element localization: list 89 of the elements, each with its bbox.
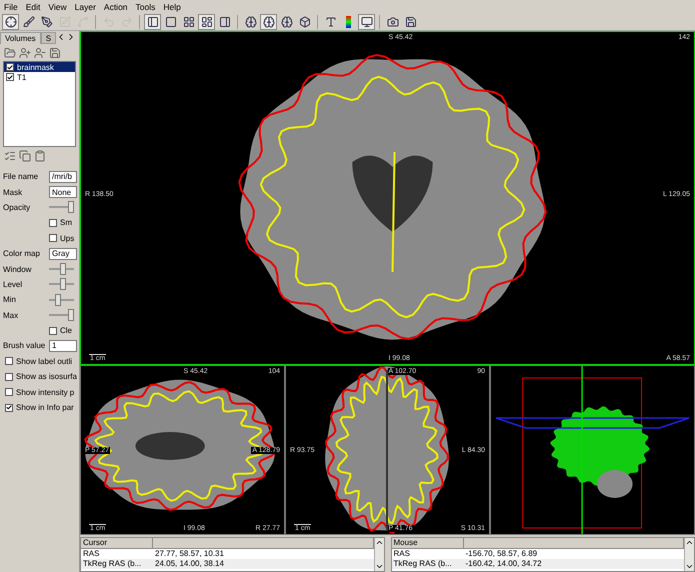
field-label: File name: [3, 172, 40, 182]
scroll-down-icon[interactable]: [374, 562, 384, 571]
menu-item[interactable]: Layer: [74, 2, 96, 12]
slider-label: Window: [3, 264, 32, 274]
field-label: Brush value: [3, 341, 46, 350]
split-layout-icon: [200, 16, 212, 28]
save-icon[interactable]: [49, 46, 61, 58]
input-field[interactable]: /mri/b: [49, 170, 77, 183]
checkbox-label: Sm: [60, 218, 72, 228]
slider-thumb[interactable]: [60, 278, 66, 290]
scroll-up-icon[interactable]: [374, 538, 384, 547]
toolbar-button[interactable]: [358, 14, 375, 30]
toolbar-button[interactable]: [2, 14, 19, 30]
column-header: Mouse: [392, 538, 464, 548]
checkbox-label: Show as isosurfa: [16, 372, 77, 382]
slider-label: Min: [3, 295, 17, 304]
table-cell-text: 24.05, 14.00, 38.14: [154, 559, 225, 569]
menu-item[interactable]: Edit: [26, 2, 40, 12]
input-field[interactable]: None: [49, 186, 77, 198]
slider-thumb[interactable]: [68, 309, 74, 322]
slider-thumb[interactable]: [54, 294, 61, 306]
toolbar-button[interactable]: [144, 14, 161, 30]
checkbox[interactable]: [49, 326, 57, 335]
input-field[interactable]: Gray: [49, 248, 77, 260]
column-header: Cursor: [81, 538, 153, 548]
text-icon: [324, 16, 336, 28]
copy-icon[interactable]: [19, 150, 31, 162]
checkbox-label: Cle: [60, 326, 72, 336]
checkbox[interactable]: [6, 63, 14, 71]
scrollbar[interactable]: [374, 538, 384, 571]
tab[interactable]: S: [40, 32, 56, 44]
monitor-icon: [360, 16, 372, 28]
panel-icon: [146, 16, 158, 28]
brain-icon: [280, 16, 292, 28]
table-cell-text: -160.42, 14.00, 34.72: [464, 559, 543, 569]
slider-label: Max: [3, 310, 20, 320]
table-cell-text: RAS: [392, 549, 411, 559]
camera-icon: [386, 16, 398, 28]
input-field[interactable]: 1: [49, 340, 77, 352]
checkbox-label: Show label outli: [16, 356, 72, 366]
remove-user-icon[interactable]: [34, 46, 46, 58]
toolbar-button[interactable]: [198, 14, 215, 30]
scrollbar[interactable]: [684, 538, 694, 571]
scroll-up-icon[interactable]: [685, 538, 694, 547]
single-layout-icon: [164, 16, 176, 28]
checkbox[interactable]: [5, 404, 13, 412]
color-bar-icon: [346, 16, 351, 28]
checkbox-label: Ups: [60, 234, 74, 243]
table-cell-text: -156.70, 58.57, 6.89: [464, 549, 538, 559]
clipboard-icon[interactable]: [34, 150, 46, 162]
brain-icon: [262, 16, 274, 28]
crosshair-icon: [4, 16, 16, 28]
table-cell-text: 27.77, 58.57, 10.31: [154, 549, 225, 559]
table-cell-text: RAS: [82, 549, 100, 559]
menu-item[interactable]: Help: [163, 2, 181, 12]
folder-icon[interactable]: [4, 46, 16, 58]
scroll-down-icon[interactable]: [685, 562, 694, 571]
cube-icon: [298, 16, 310, 28]
slider-thumb[interactable]: [60, 263, 66, 276]
brain-icon: [244, 16, 256, 28]
table-cell-text: TkReg RAS (b...: [82, 559, 142, 569]
add-user-icon[interactable]: [19, 46, 31, 58]
slider-label: Level: [3, 280, 24, 289]
menu-item[interactable]: View: [48, 2, 67, 12]
side-layout-icon: [218, 16, 230, 28]
slider-thumb[interactable]: [68, 201, 74, 214]
pen-icon: [40, 16, 52, 28]
menu-item[interactable]: Tools: [136, 2, 156, 12]
checkbox[interactable]: [5, 372, 13, 381]
menu-item[interactable]: File: [4, 2, 18, 12]
checkbox[interactable]: [5, 357, 13, 366]
checkbox[interactable]: [6, 73, 14, 81]
slider-label: Opacity: [3, 202, 32, 212]
checkbox-label: Show intensity p: [16, 388, 74, 397]
field-label: Color map: [3, 249, 41, 258]
volume-list-item[interactable]: brainmask: [4, 62, 75, 72]
checkbox[interactable]: [5, 388, 13, 396]
grid-layout-icon: [182, 16, 194, 28]
field-label: Mask: [3, 188, 24, 197]
save-icon: [404, 16, 416, 28]
checkbox-label: Show in Info par: [16, 403, 74, 412]
checklist-icon[interactable]: [4, 150, 16, 162]
menu-item[interactable]: Action: [104, 2, 128, 12]
brush-icon: [22, 16, 34, 28]
table-cell-text: TkReg RAS (b...: [392, 559, 453, 569]
toolbar-button[interactable]: [260, 14, 277, 30]
checkbox[interactable]: [49, 234, 57, 242]
tab[interactable]: Volumes: [0, 32, 41, 44]
checkbox[interactable]: [49, 218, 57, 227]
